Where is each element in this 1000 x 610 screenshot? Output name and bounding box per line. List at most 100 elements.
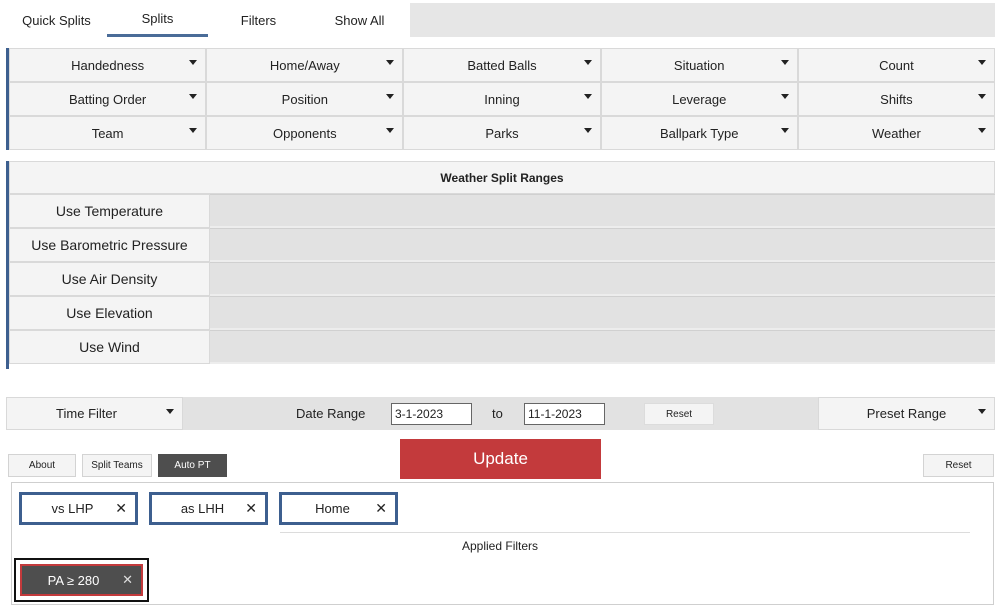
dropdown-position[interactable]: Position — [206, 82, 404, 116]
caret-down-icon — [978, 60, 987, 65]
use-air-density-button[interactable]: Use Air Density — [9, 262, 210, 296]
dropdown-row: Team Opponents Parks Ballpark Type Weath… — [9, 116, 996, 150]
tab-show-all[interactable]: Show All — [309, 3, 410, 37]
caret-down-icon — [780, 128, 789, 133]
tab-splits[interactable]: Splits — [107, 3, 208, 37]
use-barometric-pressure-button[interactable]: Use Barometric Pressure — [9, 228, 210, 262]
caret-down-icon — [189, 128, 198, 133]
dropdown-label: Shifts — [880, 91, 913, 107]
dropdown-label: Home/Away — [269, 57, 340, 73]
filter-chip-home[interactable]: Home ✕ — [279, 492, 398, 525]
weather-panel-title: Weather Split Ranges — [9, 161, 995, 194]
dropdown-handedness[interactable]: Handedness — [9, 48, 207, 82]
range-area — [210, 262, 995, 296]
reset-button[interactable]: Reset — [923, 454, 994, 477]
use-wind-button[interactable]: Use Wind — [9, 330, 210, 364]
caret-down-icon — [166, 409, 174, 414]
dropdown-label: Batted Balls — [467, 57, 537, 73]
filter-chip-pa-min[interactable]: PA ≥ 280 ✕ — [20, 564, 143, 596]
about-button[interactable]: About — [8, 454, 76, 477]
time-filter-bar: Time Filter Date Range to Reset Preset R… — [6, 397, 995, 430]
time-filter-label: Time Filter — [56, 406, 117, 421]
applied-filters-title: Applied Filters — [462, 539, 539, 553]
use-elevation-button[interactable]: Use Elevation — [9, 296, 210, 330]
pa-filter-outline: PA ≥ 280 ✕ — [14, 558, 149, 602]
dropdown-team[interactable]: Team — [9, 116, 207, 150]
dropdown-inning[interactable]: Inning — [403, 82, 601, 116]
dropdown-weather[interactable]: Weather — [797, 116, 996, 150]
caret-down-icon — [189, 60, 198, 65]
dropdown-row: Handedness Home/Away Batted Balls Situat… — [9, 48, 996, 82]
dropdown-leverage[interactable]: Leverage — [600, 82, 798, 116]
date-range-label: Date Range — [296, 406, 366, 421]
dropdown-label: Ballpark Type — [659, 125, 739, 141]
dropdown-situation[interactable]: Situation — [600, 48, 798, 82]
tab-group: Quick Splits Splits Filters Show All — [6, 3, 410, 37]
caret-down-icon — [978, 128, 987, 133]
close-icon[interactable]: ✕ — [122, 572, 133, 588]
dropdown-count[interactable]: Count — [797, 48, 996, 82]
caret-down-icon — [386, 94, 395, 99]
dropdown-label: Parks — [485, 125, 519, 141]
close-icon[interactable]: ✕ — [245, 500, 257, 517]
range-area — [210, 330, 995, 364]
tab-bar: Quick Splits Splits Filters Show All — [6, 3, 995, 37]
tab-quick-splits[interactable]: Quick Splits — [6, 3, 107, 37]
dropdown-label: Handedness — [71, 57, 145, 73]
dropdown-home-away[interactable]: Home/Away — [206, 48, 404, 82]
caret-down-icon — [978, 409, 986, 414]
dropdown-label: Team — [91, 125, 124, 141]
caret-down-icon — [386, 128, 395, 133]
dropdown-label: Count — [879, 57, 914, 73]
preset-range-dropdown[interactable]: Preset Range — [818, 397, 995, 430]
range-area — [210, 228, 995, 262]
date-reset-button[interactable]: Reset — [644, 403, 714, 425]
time-filter-dropdown[interactable]: Time Filter — [6, 397, 183, 430]
dropdown-row: Batting Order Position Inning Leverage S… — [9, 82, 996, 116]
dropdown-ballpark-type[interactable]: Ballpark Type — [600, 116, 798, 150]
dropdown-label: Situation — [673, 57, 725, 73]
dropdown-opponents[interactable]: Opponents — [206, 116, 404, 150]
split-dropdown-grid: Handedness Home/Away Batted Balls Situat… — [6, 48, 996, 150]
use-temperature-button[interactable]: Use Temperature — [9, 194, 210, 228]
weather-row-wind: Use Wind — [9, 330, 995, 364]
to-label: to — [492, 406, 503, 421]
dropdown-batting-order[interactable]: Batting Order — [9, 82, 207, 116]
dropdown-shifts[interactable]: Shifts — [797, 82, 996, 116]
caret-down-icon — [780, 94, 789, 99]
dropdown-label: Position — [281, 91, 328, 107]
dropdown-batted-balls[interactable]: Batted Balls — [403, 48, 601, 82]
weather-row-elevation: Use Elevation — [9, 296, 995, 330]
dropdown-parks[interactable]: Parks — [403, 116, 601, 150]
caret-down-icon — [583, 128, 592, 133]
weather-row-pressure: Use Barometric Pressure — [9, 228, 995, 262]
preset-range-label: Preset Range — [866, 406, 947, 421]
update-button[interactable]: Update — [400, 439, 601, 479]
range-area — [210, 296, 995, 330]
split-teams-button[interactable]: Split Teams — [82, 454, 152, 477]
auto-pt-button[interactable]: Auto PT — [158, 454, 227, 477]
dropdown-label: Opponents — [273, 125, 337, 141]
caret-down-icon — [583, 60, 592, 65]
end-date-input[interactable] — [524, 403, 605, 425]
range-area — [210, 194, 995, 228]
dropdown-label: Inning — [484, 91, 520, 107]
applied-filters-panel: vs LHP ✕ as LHH ✕ Home ✕ Applied Filters… — [11, 482, 994, 605]
close-icon[interactable]: ✕ — [115, 500, 127, 517]
caret-down-icon — [386, 60, 395, 65]
caret-down-icon — [583, 94, 592, 99]
dropdown-label: Weather — [871, 125, 921, 141]
caret-down-icon — [978, 94, 987, 99]
filter-chip-as-lhh[interactable]: as LHH ✕ — [149, 492, 268, 525]
dropdown-label: Leverage — [672, 91, 727, 107]
tab-filters[interactable]: Filters — [208, 3, 309, 37]
weather-split-ranges-panel: Weather Split Ranges Use Temperature Use… — [6, 161, 995, 369]
weather-row-air-density: Use Air Density — [9, 262, 995, 296]
filter-chip-vs-lhp[interactable]: vs LHP ✕ — [19, 492, 138, 525]
divider — [280, 532, 970, 533]
dropdown-label: Batting Order — [68, 91, 147, 107]
weather-row-temperature: Use Temperature — [9, 194, 995, 228]
start-date-input[interactable] — [391, 403, 472, 425]
caret-down-icon — [780, 60, 789, 65]
close-icon[interactable]: ✕ — [375, 500, 387, 517]
